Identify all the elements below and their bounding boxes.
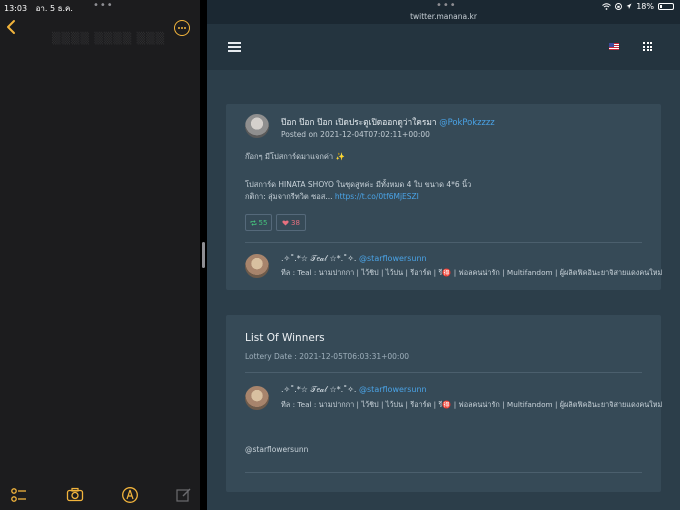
hamburger-menu-icon[interactable]: [228, 42, 241, 52]
camera-icon[interactable]: [66, 486, 84, 504]
winners-divider-top: [245, 372, 642, 373]
url-label[interactable]: twitter.manana.kr: [207, 12, 680, 21]
tweet-line-3-text: กติกา: สุ่มจากรีทวิต ซอส...: [245, 192, 333, 201]
location-icon: [626, 3, 632, 9]
like-count: 38: [291, 218, 300, 227]
checklist-icon[interactable]: [10, 486, 28, 504]
winner-bio: ทีล : Teal : นามปากกา | ไว้ชิป | ไว้บ่น …: [281, 400, 663, 409]
split-screen: 13:03 อา. 5 ธ.ค. ••• ▒▒▒▒ ▒▒▒▒ ▒▒▒ ••• t…: [0, 0, 680, 510]
retweeter-avatar[interactable]: [245, 254, 269, 278]
battery-percent: 18%: [636, 2, 654, 11]
tweet-card: ป๊อก ป๊อก ป๊อก เปิดประตูเปิดออกดูว่าใครม…: [226, 104, 662, 290]
winners-title: List Of Winners: [245, 332, 325, 344]
author-avatar[interactable]: [245, 114, 269, 138]
multitask-handle-right[interactable]: •••: [436, 1, 457, 11]
winner-avatar[interactable]: [245, 386, 269, 410]
back-chevron-icon[interactable]: [4, 18, 18, 36]
retweet-icon: [250, 219, 256, 226]
status-bar-right: 18%: [602, 2, 674, 11]
split-resize-handle[interactable]: [202, 242, 205, 268]
site-navbar: [207, 24, 680, 70]
note-title-faint: ▒▒▒▒ ▒▒▒▒ ▒▒▒: [52, 32, 166, 45]
winners-divider-bottom: [245, 472, 642, 473]
browser-pane: ••• twitter.manana.kr 18% ป๊อก ป๊อก ป๊อก…: [207, 0, 680, 510]
retweeter-name: .✧˚.*☆ 𝒯𝑒𝒶𝓁 ☆*.˚✧.: [281, 254, 357, 263]
winner-mention: @starflowersunn: [245, 445, 309, 454]
retweet-count: 55: [258, 218, 268, 227]
apps-grid-icon[interactable]: [643, 42, 652, 51]
wifi-icon: [602, 3, 612, 10]
author-name: ป๊อก ป๊อก ป๊อก เปิดประตูเปิดออกดูว่าใครม…: [281, 117, 437, 127]
tweet-divider: [245, 242, 642, 243]
like-count-button[interactable]: 38: [276, 214, 306, 231]
winner-name: .✧˚.*☆ 𝒯𝑒𝒶𝓁 ☆*.˚✧.: [281, 385, 357, 394]
retweeter-handle-link[interactable]: @starflowersunn: [359, 254, 427, 263]
author-line: ป๊อก ป๊อก ป๊อก เปิดประตูเปิดออกดูว่าใครม…: [281, 115, 495, 129]
tweet-short-link[interactable]: https://t.co/0tf6MjESZI: [335, 192, 419, 201]
status-date: อา. 5 ธ.ค.: [35, 4, 73, 13]
posted-date: Posted on 2021-12-04T07:02:11+00:00: [281, 130, 430, 139]
notes-toolbar: [0, 480, 200, 510]
multitask-handle-left[interactable]: •••: [93, 1, 114, 11]
status-bar-left: 13:03 อา. 5 ธ.ค.: [4, 2, 73, 15]
battery-icon: [658, 3, 674, 10]
notes-pane: 13:03 อา. 5 ธ.ค. ••• ▒▒▒▒ ▒▒▒▒ ▒▒▒: [0, 0, 200, 510]
retweet-count-button[interactable]: 55: [245, 214, 272, 231]
author-handle-link[interactable]: @PokPokzzzz: [439, 117, 494, 127]
retweeter-line: .✧˚.*☆ 𝒯𝑒𝒶𝓁 ☆*.˚✧. @starflowersunn: [281, 254, 427, 264]
screen-lock-icon: [615, 3, 623, 10]
tweet-line-3: กติกา: สุ่มจากรีทวิต ซอส... https://t.co…: [245, 190, 419, 204]
winner-line: .✧˚.*☆ 𝒯𝑒𝒶𝓁 ☆*.˚✧. @starflowersunn: [281, 385, 427, 395]
browser-top-bar: ••• twitter.manana.kr 18%: [207, 0, 680, 24]
tweet-line-1: ก๊อกๆ มีโปสการ์ดมาแจกค่า ✨: [245, 152, 345, 161]
us-flag-icon[interactable]: [609, 43, 619, 50]
heart-icon: [282, 219, 289, 225]
status-time: 13:03: [4, 4, 28, 13]
more-options-icon[interactable]: [174, 20, 190, 36]
winner-handle-link[interactable]: @starflowersunn: [359, 385, 427, 394]
retweeter-bio: ทีล : Teal : นามปากกา | ไว้ชิป | ไว้บ่น …: [281, 268, 663, 277]
compose-icon[interactable]: [175, 486, 193, 504]
markup-pen-icon[interactable]: [121, 486, 139, 504]
winners-card: List Of Winners Lottery Date : 2021-12-0…: [226, 315, 662, 492]
lottery-date: Lottery Date : 2021-12-05T06:03:31+00:00: [245, 352, 410, 361]
